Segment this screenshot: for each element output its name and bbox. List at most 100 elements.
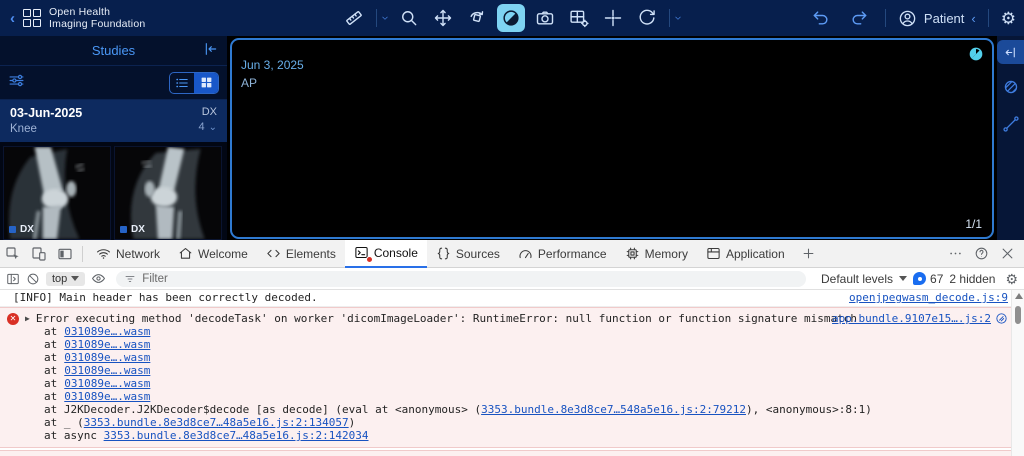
series-thumbnail-1[interactable]: DX <box>3 146 111 240</box>
ruler-icon <box>346 11 362 25</box>
console-sidebar-toggle-icon[interactable] <box>6 272 20 286</box>
devtools-help-button[interactable] <box>968 240 994 267</box>
devtools-menu-button[interactable] <box>942 240 968 267</box>
application-window-icon <box>706 246 721 261</box>
viewport-status-icon <box>968 46 984 67</box>
crosshair-tool-button[interactable] <box>599 4 627 32</box>
tab-console[interactable]: Console <box>344 239 427 268</box>
stack-frame-wasm: at 031089e….wasm <box>44 325 151 338</box>
explain-error-icon[interactable] <box>995 312 1008 325</box>
stack-frame-wasm: at 031089e….wasm <box>44 390 151 403</box>
reset-view-button[interactable] <box>633 4 661 32</box>
hidden-messages-link[interactable]: 2 hidden <box>949 272 995 286</box>
console-settings-gear-icon[interactable]: ⚙ <box>1005 272 1018 286</box>
thumbnail-list: DX DX <box>0 142 227 240</box>
home-icon <box>178 246 193 261</box>
toolbar-divider <box>669 9 670 27</box>
window-level-tool-button[interactable] <box>497 4 525 32</box>
undo-button[interactable] <box>807 4 835 32</box>
rotate-3d-tool-button[interactable] <box>463 4 491 32</box>
toolbar-divider <box>884 9 886 27</box>
scrollbar-thumb[interactable] <box>1015 306 1021 324</box>
study-description: Knee <box>10 123 37 135</box>
patient-menu-button[interactable]: Patient ‹ <box>898 9 976 28</box>
tool-toolbar <box>340 0 682 36</box>
wasm-frame-link[interactable]: 031089e….wasm <box>64 338 150 351</box>
ohif-viewer-with-devtools: ‹ Open Health Imaging Foundation Patient… <box>0 0 1024 456</box>
bundle-frame-link[interactable]: 3353.bundle.8e3d8ce7…48a5e16.js:2:134057 <box>84 416 349 429</box>
tab-performance[interactable]: Performance <box>509 240 616 268</box>
wasm-frame-link[interactable]: 031089e….wasm <box>64 390 150 403</box>
console-scrollbar[interactable] <box>1011 290 1024 456</box>
list-view-button[interactable] <box>170 73 194 93</box>
study-list-item[interactable]: 03-Jun-2025 Knee DX 4 ⌄ <box>0 100 227 142</box>
tab-application[interactable]: Application <box>697 240 794 268</box>
study-series-count: 4 <box>198 121 205 133</box>
pan-arrows-icon <box>434 9 452 27</box>
tab-welcome[interactable]: Welcome <box>169 240 257 268</box>
topbar-right-group: Patient ‹ ⚙ <box>807 0 1016 36</box>
patient-avatar-icon <box>899 10 916 26</box>
toolbar-divider <box>376 9 377 27</box>
measurements-panel-icon[interactable] <box>1002 115 1020 138</box>
reset-rotate-icon <box>639 9 655 25</box>
devtools-close-button[interactable] <box>994 240 1020 267</box>
zoom-tool-button[interactable] <box>395 4 423 32</box>
expand-triangle-icon[interactable]: ▶ <box>25 314 30 323</box>
inspect-element-button[interactable] <box>0 240 26 267</box>
tab-network[interactable]: Network <box>87 240 169 268</box>
error-message: Error executing method 'decodeTask' on w… <box>35 312 858 325</box>
viewer-content: Studies 03-Jun-2025 Knee DX 4 ⌄ DX DX Ju… <box>0 36 1024 240</box>
scrollbar-up-arrow[interactable] <box>1015 293 1023 299</box>
live-expression-eye-icon[interactable] <box>91 271 106 286</box>
active-viewport[interactable]: Jun 3, 2025 AP 1/1 <box>230 38 994 239</box>
layout-tool-button[interactable] <box>565 4 593 32</box>
wasm-frame-link[interactable]: 031089e….wasm <box>64 325 150 338</box>
issues-icon <box>913 272 927 285</box>
dock-side-button[interactable] <box>52 240 78 267</box>
tab-memory[interactable]: Memory <box>616 240 697 268</box>
segmentation-panel-icon[interactable] <box>1002 78 1020 101</box>
error-source-link[interactable]: app.bundle.9107e15….js:2 <box>832 312 991 325</box>
chevron-down-icon[interactable] <box>899 276 908 281</box>
error-icon: ✕ <box>7 313 19 325</box>
grid-view-button[interactable] <box>194 72 218 93</box>
wasm-frame-link[interactable]: 031089e….wasm <box>64 351 150 364</box>
console-filter-input[interactable]: Filter <box>116 270 807 287</box>
clear-console-icon[interactable] <box>26 272 40 286</box>
viewport-study-date-overlay: Jun 3, 2025 <box>241 58 304 72</box>
study-collapse-chevron-icon[interactable]: ⌄ <box>209 122 217 133</box>
series-thumbnail-2[interactable]: DX <box>114 146 222 240</box>
redo-button[interactable] <box>845 4 873 32</box>
bundle-frame-link[interactable]: 3353.bundle.8e3d8ce7…48a5e16.js:2:142034 <box>104 429 369 442</box>
bundle-frame-link[interactable]: 3353.bundle.8e3d8ce7…548a5e16.js:2:79212 <box>481 403 746 416</box>
redo-icon <box>852 11 867 25</box>
wifi-icon <box>96 246 111 261</box>
info-message: [INFO] Main header has been correctly de… <box>13 291 318 304</box>
more-tabs-button[interactable] <box>796 240 822 267</box>
app-branding: ‹ Open Health Imaging Foundation <box>0 6 250 30</box>
measure-dropdown-chevron-icon[interactable] <box>381 14 389 22</box>
devtools-window-controls <box>942 240 1024 267</box>
capture-tool-button[interactable] <box>531 4 559 32</box>
expand-right-panel-button[interactable] <box>997 40 1024 64</box>
console-info-row: [INFO] Main header has been correctly de… <box>0 290 1024 307</box>
measure-tool-button[interactable] <box>340 4 368 32</box>
settings-gear-icon[interactable]: ⚙ <box>1001 10 1016 27</box>
device-toolbar-button[interactable] <box>26 240 52 267</box>
tab-sources[interactable]: Sources <box>427 240 509 268</box>
pan-tool-button[interactable] <box>429 4 457 32</box>
issues-counter[interactable]: 67 <box>913 272 943 286</box>
chevron-down-icon <box>71 276 80 281</box>
info-source-link[interactable]: openjpegwasm_decode.js:9 <box>849 291 1008 304</box>
default-levels-dropdown[interactable]: Default levels <box>821 272 893 286</box>
tab-elements[interactable]: Elements <box>257 240 345 268</box>
filter-settings-icon[interactable] <box>8 72 25 94</box>
wasm-frame-link[interactable]: 031089e….wasm <box>64 377 150 390</box>
javascript-context-dropdown[interactable]: top <box>46 271 86 286</box>
back-arrow-icon[interactable]: ‹ <box>10 10 15 27</box>
collapse-left-panel-icon[interactable] <box>203 41 219 62</box>
undo-icon <box>813 11 828 25</box>
more-tools-chevron-icon[interactable] <box>674 14 682 22</box>
wasm-frame-link[interactable]: 031089e….wasm <box>64 364 150 377</box>
